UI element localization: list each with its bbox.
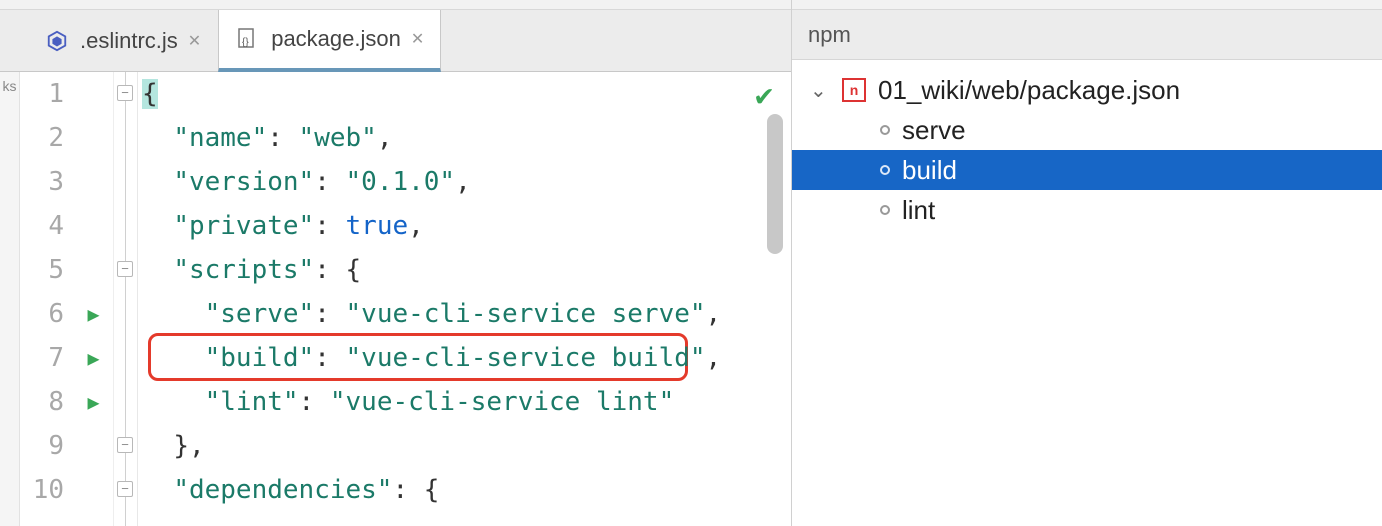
eslint-icon [44,28,70,54]
side-stub: ks [0,72,20,526]
top-toolbar [0,0,791,10]
chevron-down-icon: ⌄ [810,78,830,103]
close-icon[interactable]: ✕ [188,31,201,51]
run-icon[interactable]: ▶ [87,380,99,424]
editor-tabs: .eslintrc.js ✕ {} package.json ✕ [0,10,791,72]
npm-script-serve[interactable]: serve [792,110,1382,150]
run-gutter: ▶ ▶ ▶ [74,72,114,526]
top-toolbar-right [792,0,1382,10]
code-area[interactable]: ✔ { "name": "web", "version": "0.1.0", "… [138,72,791,526]
script-label: build [902,155,957,186]
fold-icon[interactable]: − [117,261,133,277]
fold-icon[interactable]: − [117,437,133,453]
tab-label: package.json [271,26,401,52]
npm-panel-title: npm [792,10,1382,60]
line-number-gutter: 1 2 3 4 5 6 7 8 9 10 [20,72,74,526]
code-editor[interactable]: ks 1 2 3 4 5 6 7 8 9 10 ▶ ▶ ▶ [0,72,791,526]
fold-icon[interactable]: − [117,85,133,101]
npm-icon: n [842,78,866,102]
script-label: lint [902,195,935,226]
fold-gutter: − − − − [114,72,138,526]
tab-package-json[interactable]: {} package.json ✕ [218,10,441,72]
tab-eslintrc[interactable]: .eslintrc.js ✕ [28,10,218,71]
npm-script-lint[interactable]: lint [792,190,1382,230]
script-label: serve [902,115,966,146]
npm-root-label: 01_wiki/web/package.json [878,75,1180,106]
npm-root[interactable]: ⌄ n 01_wiki/web/package.json [792,70,1382,110]
json-file-icon: {} [235,26,261,52]
npm-scripts-tree: ⌄ n 01_wiki/web/package.json serve build… [792,60,1382,240]
bullet-icon [880,125,890,135]
bullet-icon [880,205,890,215]
svg-text:{}: {} [242,37,249,48]
tab-label: .eslintrc.js [80,28,178,54]
run-icon[interactable]: ▶ [87,336,99,380]
npm-script-build[interactable]: build [792,150,1382,190]
run-icon[interactable]: ▶ [87,292,99,336]
close-icon[interactable]: ✕ [411,29,424,49]
fold-icon[interactable]: − [117,481,133,497]
bullet-icon [880,165,890,175]
